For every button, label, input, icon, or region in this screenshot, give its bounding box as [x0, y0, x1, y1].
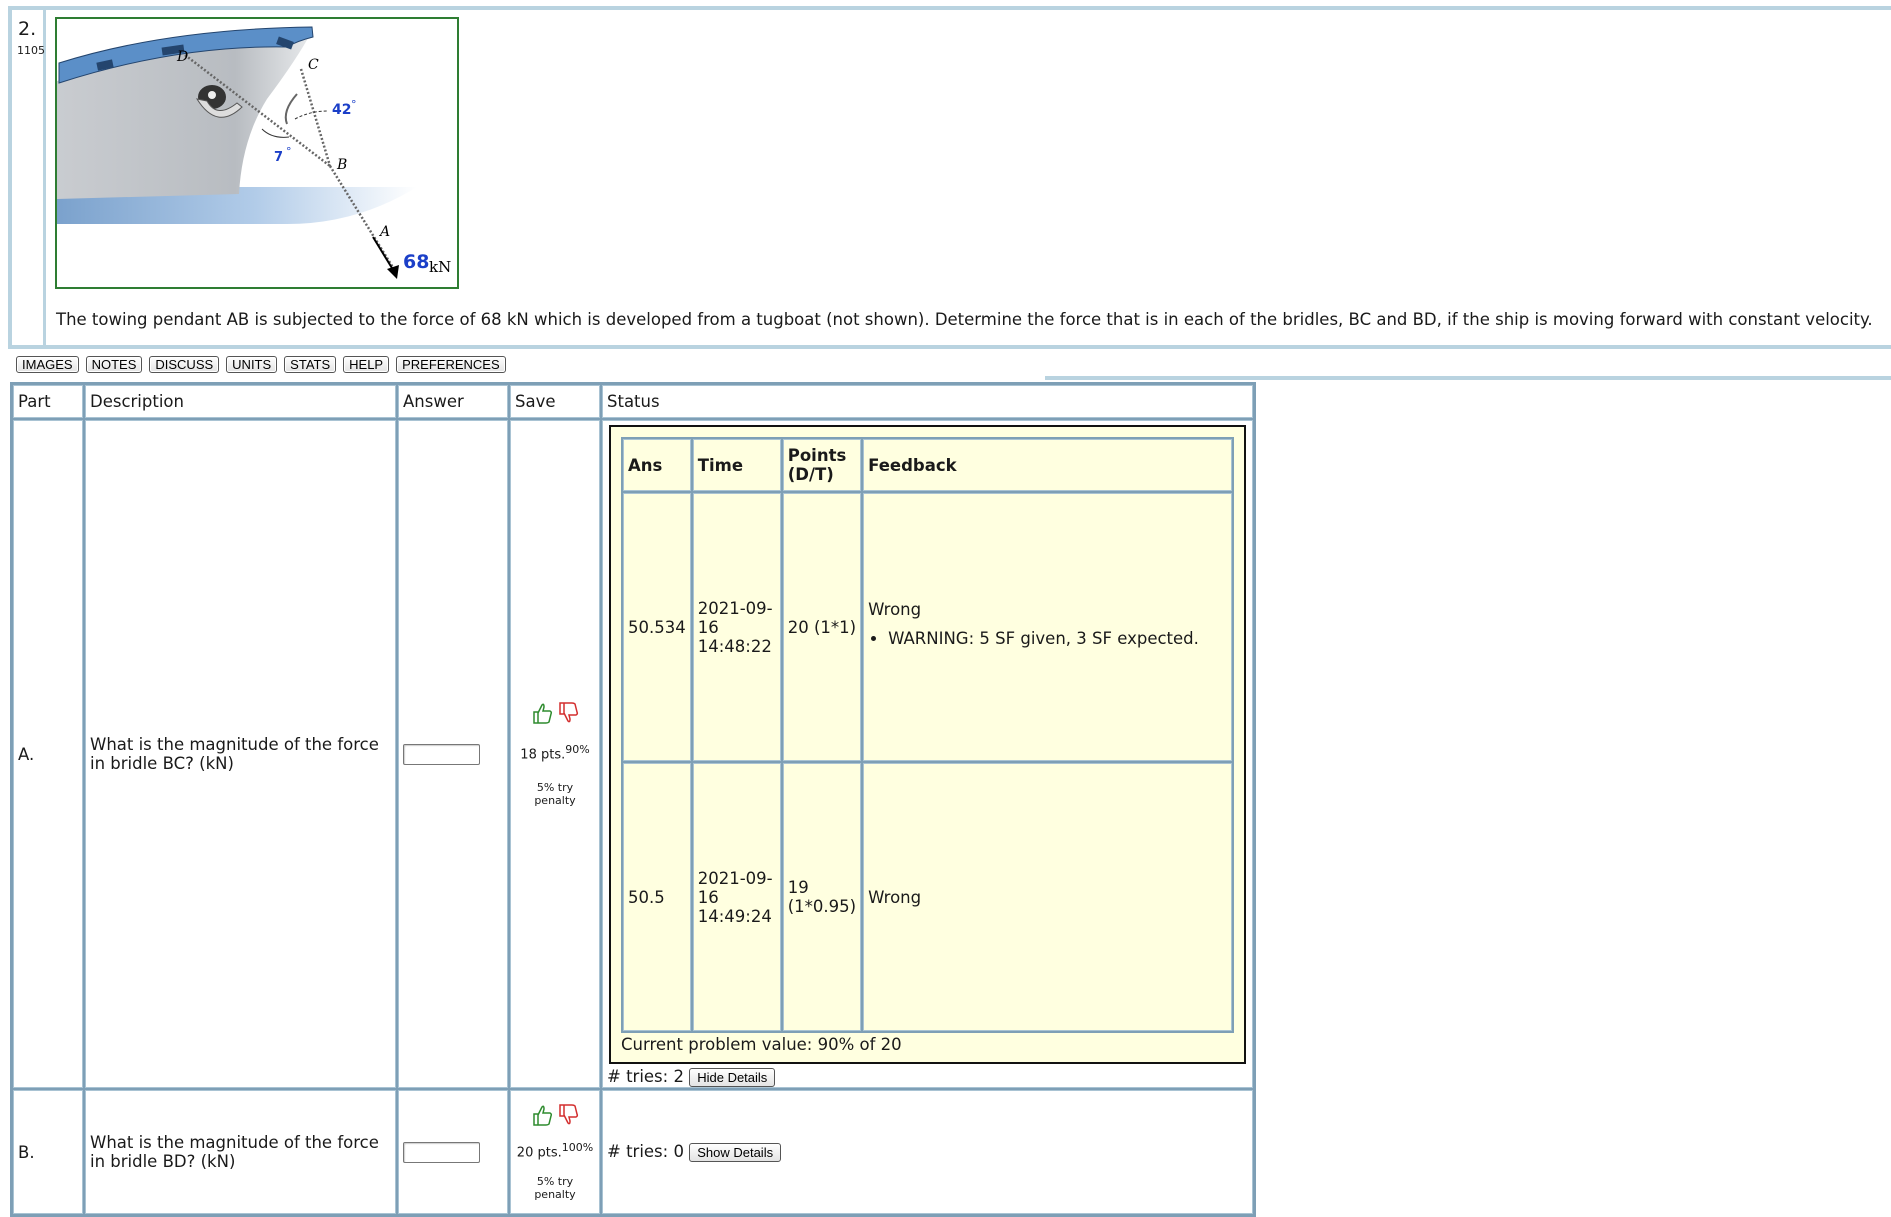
thumbs-down-icon[interactable] — [557, 701, 579, 725]
fb-header-feedback: Feedback — [863, 439, 1232, 491]
save-cell: 20 pts.100% 5% try penalty — [510, 1090, 600, 1214]
feedback-panel: Ans Time Points (D/T) Feedback 50.534 20… — [609, 425, 1246, 1064]
images-button[interactable]: IMAGES — [16, 356, 79, 373]
thumbs-down-icon[interactable] — [557, 1103, 579, 1127]
angle-arc — [294, 110, 328, 120]
fb-warning-list: WARNING: 5 SF given, 3 SF expected. — [868, 629, 1227, 648]
tries-row: # tries: 2 Hide Details — [607, 1067, 1248, 1087]
angle-7-label: 7 — [274, 150, 283, 165]
toolbar-divider — [1045, 376, 1891, 380]
answer-cell — [398, 1090, 508, 1214]
tries-count: # tries: 0 — [607, 1142, 684, 1161]
header-answer: Answer — [398, 385, 508, 418]
discuss-button[interactable]: DISCUSS — [149, 356, 220, 373]
part-label: B. — [13, 1090, 83, 1214]
label-c: C — [308, 57, 319, 73]
fb-points: 19 (1*0.95) — [782, 763, 862, 1031]
angle-42-label: 42 — [332, 102, 351, 118]
problem-figure: D C B A 42 ° 7 ° 68 kN — [55, 17, 459, 289]
parts-table: Part Description Answer Save Status A. W… — [10, 382, 1256, 1217]
ship-figure: D C B A 42 ° 7 ° 68 kN — [57, 26, 451, 279]
stats-button[interactable]: STATS — [284, 356, 337, 373]
force-unit-label: kN — [429, 258, 451, 276]
show-details-button[interactable]: Show Details — [689, 1143, 782, 1162]
feedback-table: Ans Time Points (D/T) Feedback 50.534 20… — [621, 437, 1234, 1033]
notes-button[interactable]: NOTES — [85, 356, 143, 373]
fb-result: Wrong — [863, 763, 1232, 1031]
feedback-row: 50.5 2021-09-16 14:49:24 19 (1*0.95) Wro… — [623, 763, 1232, 1031]
points-value: 18 pts.90% — [515, 743, 595, 762]
rating-icons — [515, 1103, 595, 1127]
points-percent: 90% — [565, 743, 590, 757]
label-d: D — [176, 49, 188, 65]
force-value-label: 68 — [403, 251, 429, 273]
bridle-bc — [299, 68, 332, 167]
problem-number: 2. — [18, 18, 37, 40]
status-cell: Ans Time Points (D/T) Feedback 50.534 20… — [602, 420, 1253, 1088]
degree-symbol: ° — [286, 145, 292, 158]
table-header-row: Part Description Answer Save Status — [13, 385, 1253, 418]
fb-feedback: Wrong WARNING: 5 SF given, 3 SF expected… — [863, 493, 1232, 761]
problem-statement: The towing pendant AB is subjected to th… — [56, 310, 1873, 329]
arrow-head — [387, 265, 399, 279]
table-row: A. What is the magnitude of the force in… — [13, 420, 1253, 1088]
fb-header-ans: Ans — [623, 439, 691, 491]
current-problem-value: Current problem value: 90% of 20 — [621, 1035, 902, 1054]
points-text: 18 pts. — [520, 747, 566, 763]
tries-count: # tries: 2 — [607, 1067, 684, 1086]
points-text: 20 pts. — [516, 1145, 562, 1161]
try-penalty: 5% try penalty — [534, 1174, 576, 1201]
part-description: What is the magnitude of the force in br… — [85, 1090, 396, 1214]
answer-input[interactable] — [403, 1141, 480, 1163]
fb-result: Wrong — [868, 600, 922, 619]
bow-line — [284, 93, 298, 125]
fb-header-points: Points (D/T) — [782, 439, 862, 491]
part-description: What is the magnitude of the force in br… — [85, 420, 396, 1088]
answer-cell — [398, 420, 508, 1088]
hide-details-button[interactable]: Hide Details — [689, 1068, 776, 1087]
table-row: B. What is the magnitude of the force in… — [13, 1090, 1253, 1214]
thumbs-up-icon[interactable] — [531, 1103, 553, 1127]
fb-time: 2021-09-16 14:48:22 — [692, 493, 781, 761]
fb-points: 20 (1*1) — [782, 493, 862, 761]
preferences-button[interactable]: PREFERENCES — [396, 356, 506, 373]
fb-ans: 50.5 — [623, 763, 691, 1031]
header-status: Status — [602, 385, 1253, 418]
label-a: A — [378, 224, 390, 240]
save-cell: 18 pts.90% 5% try penalty — [510, 420, 600, 1088]
points-value: 20 pts.100% — [515, 1141, 595, 1160]
help-button[interactable]: HELP — [343, 356, 390, 373]
header-description: Description — [85, 385, 396, 418]
degree-symbol: ° — [351, 98, 357, 111]
fb-time: 2021-09-16 14:49:24 — [692, 763, 781, 1031]
header-part: Part — [13, 385, 83, 418]
header-save: Save — [510, 385, 600, 418]
try-penalty: 5% try penalty — [534, 780, 576, 807]
units-button[interactable]: UNITS — [226, 356, 278, 373]
problem-block: 2. 1105 D C B A 42 ° 7 ° 68 kN The towin… — [8, 6, 1891, 349]
problem-number-column: 2. 1105 — [12, 10, 46, 345]
points-percent: 100% — [561, 1141, 594, 1155]
answer-input[interactable] — [403, 743, 480, 765]
label-b: B — [336, 157, 347, 173]
fb-header-time: Time — [692, 439, 781, 491]
thumbs-up-icon[interactable] — [531, 701, 553, 725]
fb-warning: WARNING: 5 SF given, 3 SF expected. — [888, 629, 1227, 648]
feedback-row: 50.534 2021-09-16 14:48:22 20 (1*1) Wron… — [623, 493, 1232, 761]
fb-ans: 50.534 — [623, 493, 691, 761]
problem-id: 1105 — [17, 44, 45, 57]
problem-toolbar: IMAGES NOTES DISCUSS UNITS STATS HELP PR… — [16, 356, 506, 374]
rating-icons — [515, 701, 595, 725]
part-label: A. — [13, 420, 83, 1088]
status-cell: # tries: 0 Show Details — [602, 1090, 1253, 1214]
pendant-ab — [328, 165, 399, 275]
feedback-header-row: Ans Time Points (D/T) Feedback — [623, 439, 1232, 491]
